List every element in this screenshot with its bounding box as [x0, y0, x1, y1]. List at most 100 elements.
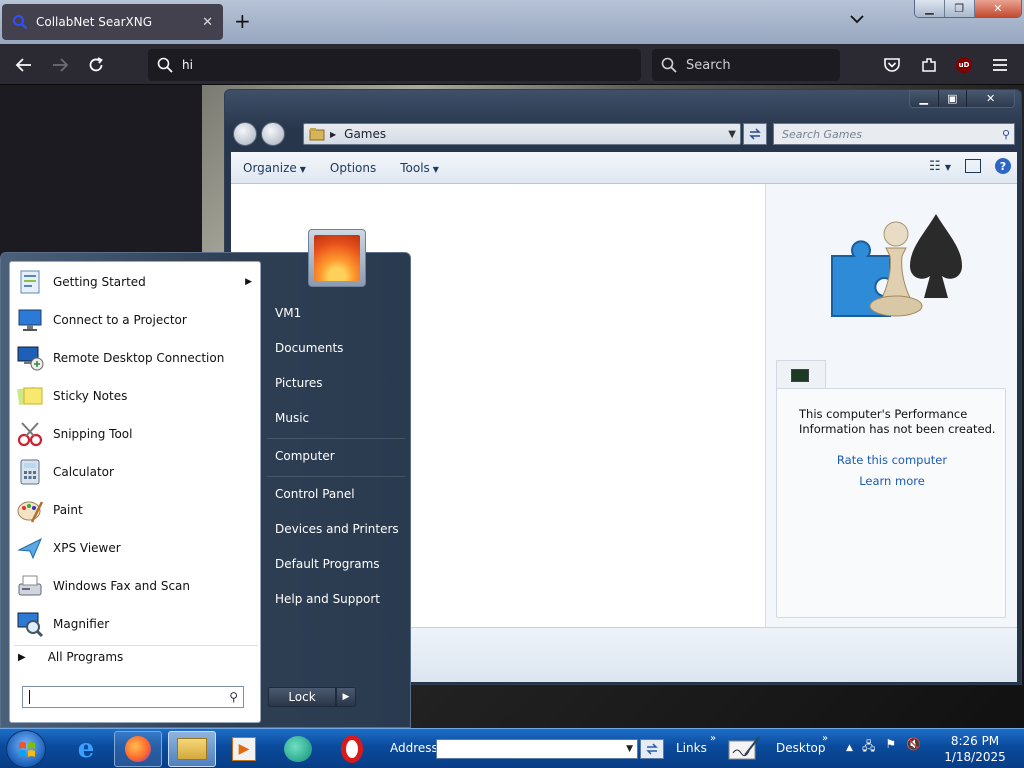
ublock-button[interactable]: uD: [952, 53, 976, 77]
browser-tab[interactable]: CollabNet SearXNG ✕: [2, 4, 223, 40]
explorer-forward-button[interactable]: [261, 122, 285, 146]
program-item[interactable]: Remote Desktop Connection: [14, 340, 258, 376]
desktop-overflow-chevron-icon[interactable]: »: [822, 733, 828, 744]
browser-restore-button[interactable]: ❐: [944, 0, 975, 17]
links-toolbar-label[interactable]: Links: [676, 741, 707, 755]
menu-button[interactable]: [988, 53, 1012, 77]
chevron-down-icon: ▼: [432, 164, 439, 174]
taskbar-opera[interactable]: [328, 731, 376, 767]
opera-icon: [341, 735, 363, 763]
start-menu: Getting Started ▶ Connect to a Projector…: [0, 229, 411, 728]
taskbar-address-input[interactable]: ▼: [436, 739, 638, 759]
shutdown-options-arrow[interactable]: ▶: [336, 687, 356, 707]
explorer-address-bar[interactable]: ▶ Games ▼: [303, 123, 741, 145]
program-item[interactable]: Magnifier: [14, 606, 258, 642]
place-computer[interactable]: Computer: [275, 449, 335, 463]
organize-menu[interactable]: Organize ▼: [231, 161, 318, 175]
all-programs-button[interactable]: ▶ All Programs: [18, 650, 123, 664]
chevron-down-icon: [850, 15, 864, 24]
program-item[interactable]: Windows Fax and Scan: [14, 568, 258, 604]
url-bar[interactable]: hi: [148, 49, 641, 81]
links-overflow-chevron-icon[interactable]: »: [710, 733, 716, 744]
search-games-input[interactable]: Search Games ⚲: [773, 123, 1015, 145]
show-hidden-icons-button[interactable]: ▲: [846, 743, 853, 753]
chevron-down-icon: ▼: [299, 164, 306, 174]
back-button[interactable]: [12, 53, 36, 77]
start-button[interactable]: [6, 730, 46, 768]
performance-panel: This computer's Performance Information …: [776, 388, 1006, 618]
options-menu[interactable]: Options: [318, 161, 388, 175]
change-view-icon[interactable]: ☷ ▼: [929, 159, 951, 174]
firefox-icon: [125, 736, 151, 762]
place-music[interactable]: Music: [275, 411, 309, 425]
browser-tab-strip: CollabNet SearXNG ✕ + ▁ ❐ ✕: [0, 0, 1024, 44]
place-control-panel[interactable]: Control Panel: [275, 487, 355, 501]
hamburger-menu-icon: [993, 59, 1007, 71]
action-center-flag-icon[interactable]: ⚑: [885, 737, 896, 758]
performance-message: This computer's Performance Information …: [799, 407, 996, 436]
program-item[interactable]: Snipping Tool: [14, 416, 258, 452]
explorer-maximize-button[interactable]: ▣: [938, 90, 968, 107]
system-clock[interactable]: 8:26 PM 1/18/2025: [930, 733, 1020, 765]
preview-pane-icon[interactable]: [965, 159, 981, 173]
taskbar-firefox[interactable]: [114, 731, 162, 767]
taskbar-live-messenger[interactable]: [274, 731, 322, 767]
extensions-button[interactable]: [917, 53, 941, 77]
program-item[interactable]: Sticky Notes: [14, 378, 258, 414]
view-controls: ☷ ▼ ?: [929, 158, 1011, 174]
programs-divider: [14, 645, 258, 646]
explorer-minimize-button[interactable]: ▁: [910, 90, 939, 107]
taskbar-internet-explorer[interactable]: e: [62, 731, 110, 767]
help-icon[interactable]: ?: [995, 158, 1011, 174]
program-item[interactable]: Getting Started ▶: [14, 264, 258, 300]
list-all-tabs-button[interactable]: [850, 12, 864, 28]
taskbar-address-go-button[interactable]: [640, 739, 664, 759]
reload-button[interactable]: [84, 53, 108, 77]
submenu-arrow-icon: ▶: [245, 277, 252, 287]
address-dropdown-icon[interactable]: ▼: [728, 129, 736, 140]
program-item[interactable]: Calculator: [14, 454, 258, 490]
program-item[interactable]: XPS Viewer: [14, 530, 258, 566]
network-icon[interactable]: 🖧: [862, 737, 875, 758]
browser-search-bar[interactable]: Search: [652, 49, 840, 81]
learn-more-link[interactable]: Learn more: [777, 474, 1007, 488]
browser-minimize-button[interactable]: ▁: [915, 0, 945, 17]
tools-menu[interactable]: Tools ▼: [388, 161, 451, 175]
taskbar-signature-tool[interactable]: [722, 731, 766, 767]
organize-label: Organize: [243, 160, 297, 175]
place-devices-printers[interactable]: Devices and Printers: [275, 522, 399, 536]
desktop-toolbar-label[interactable]: Desktop: [776, 741, 826, 755]
explorer-refresh-button[interactable]: [743, 123, 767, 145]
rate-this-computer-link[interactable]: Rate this computer: [777, 453, 1007, 467]
new-tab-button[interactable]: +: [234, 10, 251, 32]
user-picture[interactable]: [308, 229, 366, 287]
start-programs-list: Getting Started ▶ Connect to a Projector…: [9, 261, 261, 723]
place-documents[interactable]: Documents: [275, 341, 343, 355]
taskbar-media-player[interactable]: ▶: [220, 731, 268, 767]
place-default-programs[interactable]: Default Programs: [275, 557, 380, 571]
place-pictures[interactable]: Pictures: [275, 376, 323, 390]
reload-icon: [89, 57, 103, 72]
lock-button[interactable]: Lock: [268, 687, 336, 707]
explorer-window-controls: ▁ ▣ ✕: [909, 90, 1015, 108]
forward-button[interactable]: [48, 53, 72, 77]
place-help-support[interactable]: Help and Support: [275, 592, 380, 606]
performance-tab[interactable]: [776, 360, 826, 390]
triangle-right-icon: ▶: [18, 651, 26, 663]
program-item[interactable]: Connect to a Projector: [14, 302, 258, 338]
explorer-close-button[interactable]: ✕: [967, 90, 1014, 107]
address-dropdown-icon[interactable]: ▼: [626, 744, 633, 754]
taskbar-windows-explorer[interactable]: [168, 731, 216, 767]
xps-viewer-icon: [14, 532, 46, 564]
calculator-icon: [14, 456, 46, 488]
explorer-back-button[interactable]: [233, 122, 257, 146]
pocket-button[interactable]: [880, 53, 904, 77]
volume-muted-icon[interactable]: 🔇: [906, 737, 921, 758]
start-search-input[interactable]: ⚲: [22, 686, 244, 708]
browser-close-button[interactable]: ✕: [974, 0, 1021, 17]
tab-close-icon[interactable]: ✕: [202, 15, 213, 30]
place-vm1[interactable]: VM1: [275, 306, 301, 320]
program-item[interactable]: Paint: [14, 492, 258, 528]
breadcrumb-games[interactable]: Games: [344, 127, 386, 141]
program-label: Getting Started: [53, 275, 146, 289]
